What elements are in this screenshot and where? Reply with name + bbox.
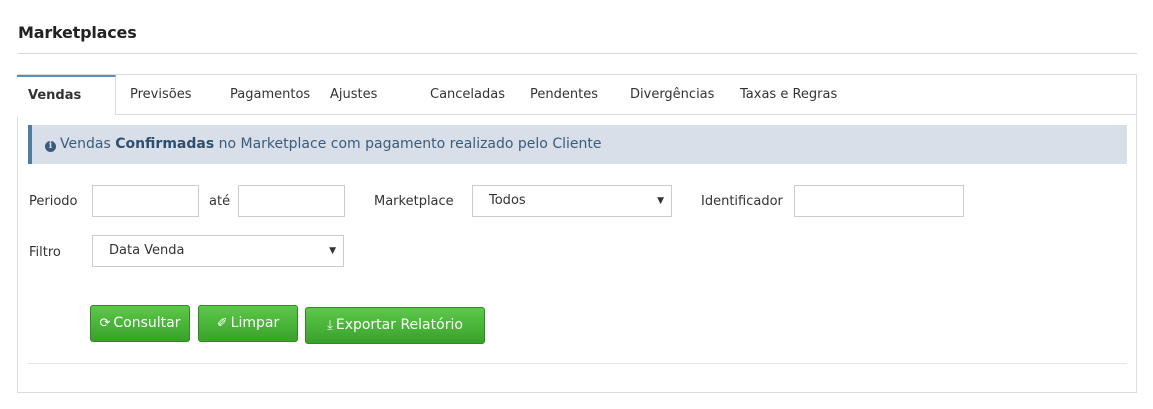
info-text-after: no Marketplace com pagamento realizado p…: [214, 136, 602, 152]
tab-taxas-e-regras[interactable]: Taxas e Regras: [740, 75, 837, 115]
tab-canceladas[interactable]: Canceladas: [430, 75, 505, 115]
ate-label: até: [209, 194, 231, 209]
marketplaces-panel: Vendas Previsões Pagamentos Ajustes Canc…: [17, 74, 1137, 393]
exportar-relatorio-button[interactable]: ⤓ Exportar Relatório: [305, 307, 485, 344]
caret-down-icon: ▼: [657, 196, 664, 206]
tab-pendentes[interactable]: Pendentes: [530, 75, 598, 115]
identificador-input[interactable]: [794, 185, 964, 217]
tab-divergencias[interactable]: Divergências: [630, 75, 714, 115]
periodo-to-input[interactable]: [238, 185, 345, 217]
identificador-label: Identificador: [701, 194, 783, 209]
tab-vendas[interactable]: Vendas: [17, 75, 116, 116]
limpar-label: Limpar: [230, 315, 280, 331]
title-divider: [18, 53, 1137, 54]
limpar-button[interactable]: ✐ Limpar: [198, 305, 298, 342]
tab-ajustes[interactable]: Ajustes: [330, 75, 377, 115]
consultar-button[interactable]: ⟳ Consultar: [90, 305, 190, 342]
info-circle-icon: i: [45, 141, 56, 152]
exportar-label: Exportar Relatório: [335, 317, 463, 333]
form-bottom-divider: [28, 363, 1127, 364]
page-title: Marketplaces: [18, 23, 137, 42]
info-text-before: Vendas: [60, 136, 116, 152]
tab-previsoes[interactable]: Previsões: [130, 75, 191, 115]
tab-pagamentos[interactable]: Pagamentos: [230, 75, 310, 115]
marketplace-select-value: Todos: [489, 193, 526, 208]
info-text-bold: Confirmadas: [115, 136, 215, 152]
refresh-icon: ⟳: [99, 316, 111, 331]
filtro-label: Filtro: [29, 245, 61, 260]
periodo-label: Periodo: [29, 194, 78, 209]
download-icon: ⤓: [327, 318, 333, 333]
periodo-from-input[interactable]: [92, 185, 199, 217]
marketplace-label: Marketplace: [374, 194, 454, 209]
filtro-select[interactable]: Data Venda ▼: [92, 235, 344, 267]
info-alert: i Vendas Confirmadas no Marketplace com p…: [28, 125, 1127, 164]
consultar-label: Consultar: [113, 315, 181, 331]
eraser-icon: ✐: [216, 316, 228, 331]
caret-down-icon: ▼: [329, 246, 336, 256]
marketplace-select[interactable]: Todos ▼: [472, 185, 672, 217]
tab-bar: Vendas Previsões Pagamentos Ajustes Canc…: [17, 75, 1136, 116]
filtro-select-value: Data Venda: [109, 243, 185, 258]
